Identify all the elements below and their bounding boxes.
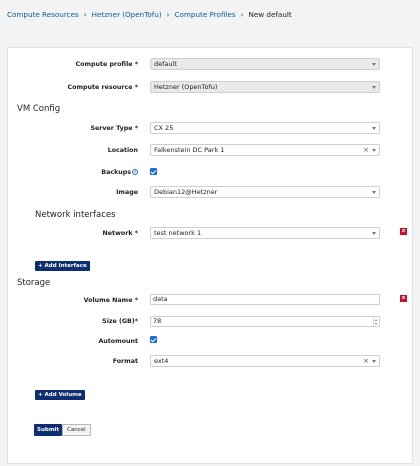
breadcrumb-separator-icon: › [240,11,244,19]
location-value: Falkenstein DC Park 1 [154,146,225,154]
image-value: Debian12@Hetzner [154,188,218,196]
automount-checkbox[interactable] [150,336,157,343]
clear-icon[interactable]: × [363,145,369,155]
clear-icon[interactable]: × [363,356,369,366]
server-type-value: CX 25 [154,124,174,132]
breadcrumb-compute-resources[interactable]: Compute Resources [7,10,79,19]
format-select[interactable]: ext4 × [150,355,380,367]
image-label: Image [116,189,138,196]
form-panel: Compute profile * default Compute resour… [7,47,413,464]
volume-name-label: Volume Name * [83,297,138,304]
breadcrumb: Compute Resources › Hetzner (OpenTofu) › Com… [7,10,292,19]
network-interfaces-title: Network interfaces [35,210,116,220]
add-interface-button[interactable]: + Add Interface [35,261,90,271]
server-type-label: Server Type * [90,125,139,132]
stepper-arrows-icon[interactable] [373,318,378,326]
delete-volume-button[interactable]: x [400,295,407,302]
add-volume-button[interactable]: + Add Volume [35,390,85,400]
location-select[interactable]: Falkenstein DC Park 1 × [150,144,380,156]
info-icon[interactable]: i [132,169,138,175]
compute-resource-select[interactable]: Hetzner (OpenTofu) [150,81,380,93]
delete-interface-button[interactable]: x [400,228,407,235]
server-type-select[interactable]: CX 25 [150,122,380,134]
compute-profile-value: default [154,60,177,68]
compute-resource-label: Compute resource * [67,84,139,91]
storage-title: Storage [17,278,51,288]
image-select[interactable]: Debian12@Hetzner [150,186,380,198]
breadcrumb-compute-profiles[interactable]: Compute Profiles [174,10,235,19]
breadcrumb-hetzner[interactable]: Hetzner (OpenTofu) [92,10,162,19]
chevron-down-icon [372,360,376,363]
network-select[interactable]: test network 1 [150,227,380,239]
size-label: Size (GB)* [102,318,138,325]
cancel-button[interactable]: Cancel [62,424,91,436]
backups-label: Backups i [8,169,138,176]
chevron-down-icon [372,127,376,130]
chevron-down-icon [372,149,376,152]
vm-config-title: VM Config [17,104,61,114]
compute-profile-label: Compute profile * [75,61,139,68]
submit-button[interactable]: Submit [34,424,63,436]
format-value: ext4 [154,357,169,365]
breadcrumb-current: New default [248,10,292,19]
breadcrumb-separator-icon: › [83,11,87,19]
size-stepper[interactable]: 78 [150,316,380,327]
volume-name-input[interactable]: data [150,294,380,305]
backups-label-text: Backups [101,169,131,176]
volume-name-value: data [153,295,168,303]
backups-checkbox[interactable] [150,168,157,175]
chevron-down-icon [372,232,376,235]
automount-label: Automount [98,338,138,345]
network-value: test network 1 [154,229,202,237]
chevron-down-icon [372,191,376,194]
location-label: Location [107,147,138,154]
chevron-down-icon [372,86,376,89]
size-value: 78 [153,317,162,325]
format-label: Format [112,358,138,365]
breadcrumb-separator-icon: › [166,11,170,19]
chevron-down-icon [372,63,376,66]
network-label: Network * [102,230,138,237]
compute-profile-select[interactable]: default [150,58,380,70]
compute-resource-value: Hetzner (OpenTofu) [154,83,218,91]
